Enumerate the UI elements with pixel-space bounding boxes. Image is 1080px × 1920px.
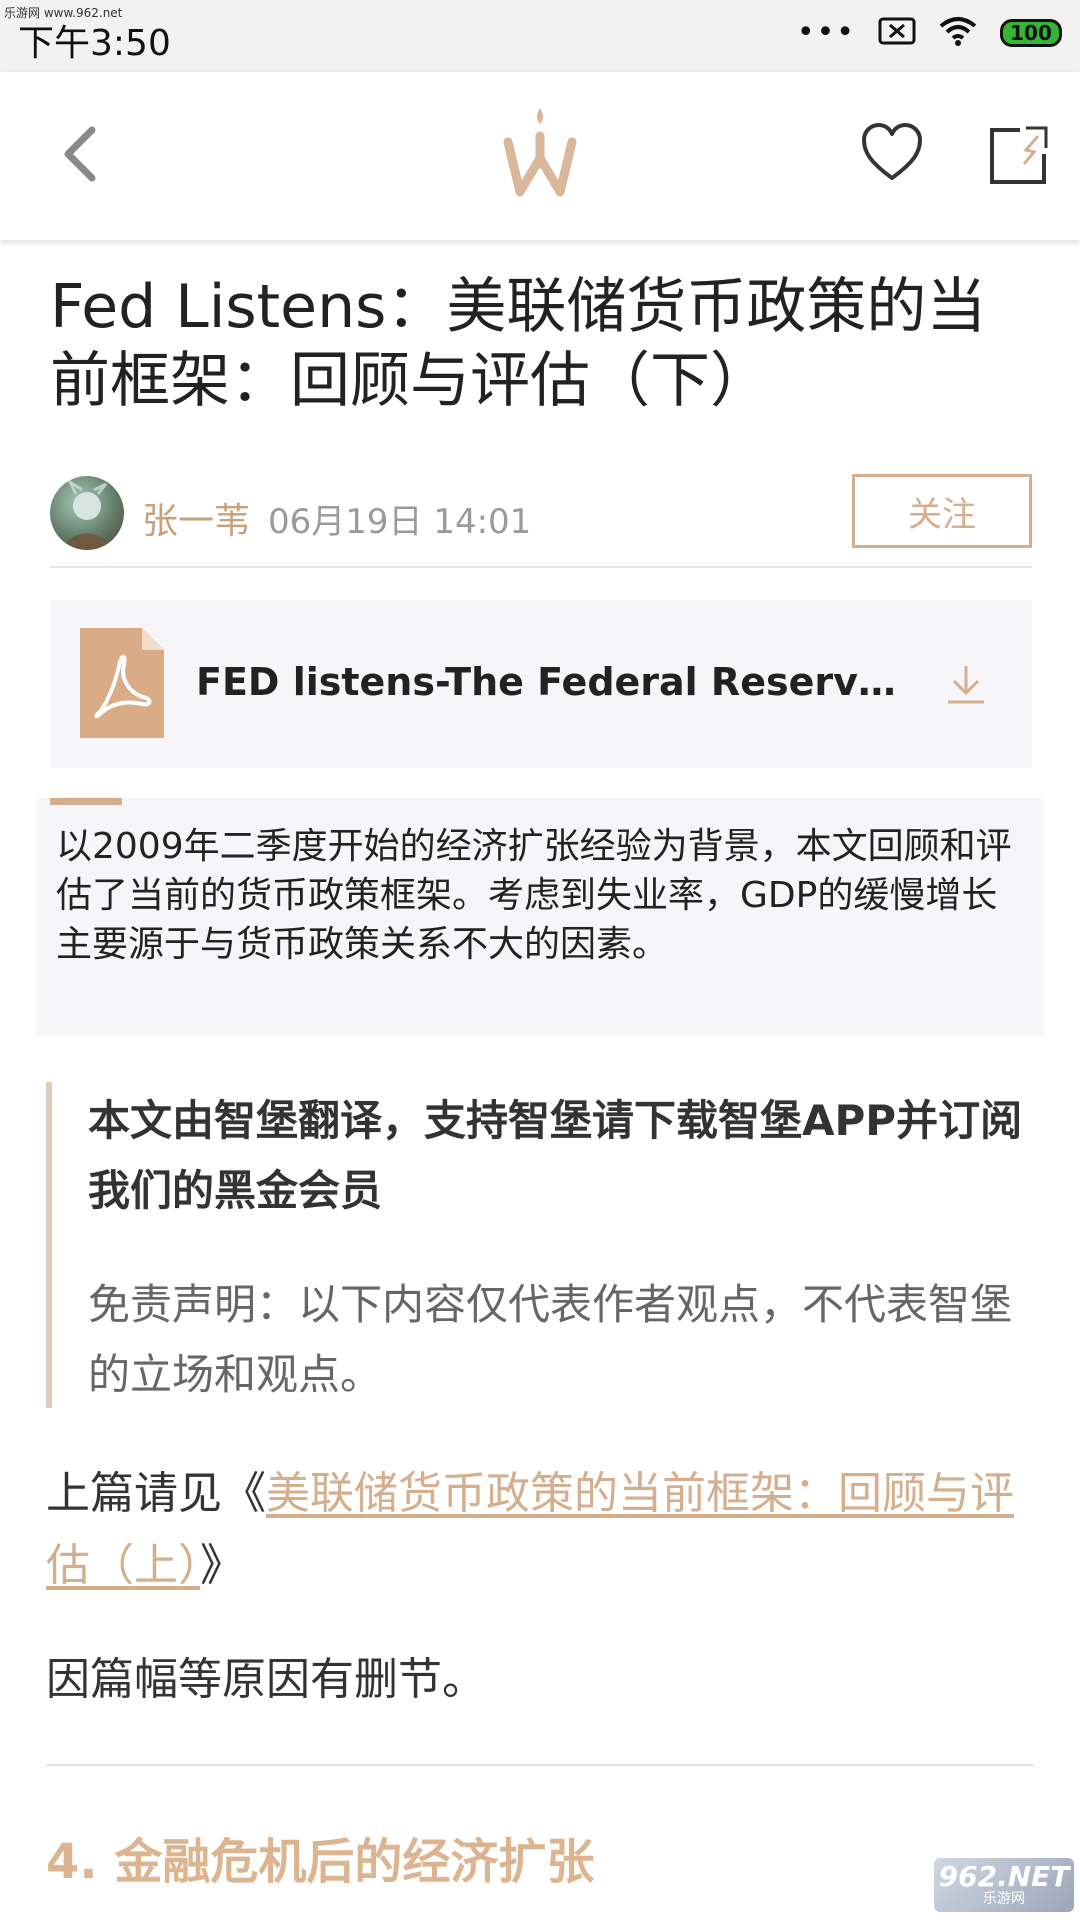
app-header [0,72,1080,240]
summary-accent-bar [50,798,122,805]
more-dots-icon: ••• [796,15,856,50]
section-heading: 4. 金融危机后的经济扩张 [46,1834,595,1890]
w-logo-icon [500,102,580,206]
quote-bar [46,1082,52,1408]
follow-button[interactable]: 关注 [852,474,1032,548]
publish-date: 06月19日 14:01 [268,502,532,542]
heart-icon [862,123,922,180]
translation-note: 本文由智堡翻译，支持智堡请下载智堡APP并订阅我们的黑金会员 [88,1096,1023,1215]
divider [50,566,1032,568]
share-button[interactable] [986,124,1050,192]
article-title: Fed Listens：美联储货币政策的当前框架：回顾与评估（下） [50,272,987,416]
prev-prefix: 上篇请见《 [46,1468,266,1519]
status-time: 下午3:50 [18,23,171,64]
chevron-left-icon [64,126,96,182]
disclaimer: 免责声明：以下内容仅代表作者观点，不代表智堡的立场和观点。 [88,1280,1013,1399]
author-row: 张一苇 06月19日 14:01 关注 [50,474,1032,568]
status-icons: ••• 100 [797,16,1062,50]
watermark-sub-text: 乐游网 [983,1891,1025,1907]
avatar[interactable] [50,476,124,550]
favorite-button[interactable] [860,122,924,186]
divider [46,1764,1034,1766]
share-icon [990,126,1048,184]
battery-icon: 100 [1000,19,1062,47]
prev-suffix: 》 [200,1540,244,1591]
sim-off-icon [878,17,916,49]
attachment-name[interactable]: FED listens-The Federal Reserve’s... [196,660,916,704]
wifi-icon [938,16,978,50]
back-button[interactable] [60,124,100,188]
site-watermark: 962.NET 乐游网 [934,1858,1074,1912]
article-summary: 以2009年二季度开始的经济扩张经验为背景，本文回顾和评估了当前的货币政策框架。… [36,798,1044,1036]
abridged-note: 因篇幅等原因有删节。 [46,1654,486,1705]
attachment-card[interactable]: FED listens-The Federal Reserve’s... [50,600,1032,768]
status-bar: 乐游网 www.962.net 下午3:50 ••• 100 [0,0,1080,72]
watermark-logo-text: 962.NET [938,1860,1070,1893]
download-button[interactable] [944,662,988,710]
author-name[interactable]: 张一苇 [142,492,250,544]
pdf-icon [80,628,164,742]
previous-article-paragraph: 上篇请见《美联储货币政策的当前框架：回顾与评估（上）》 [46,1458,1036,1602]
download-icon [948,666,984,704]
summary-text: 以2009年二季度开始的经济扩张经验为背景，本文回顾和评估了当前的货币政策框架。… [56,826,1012,965]
